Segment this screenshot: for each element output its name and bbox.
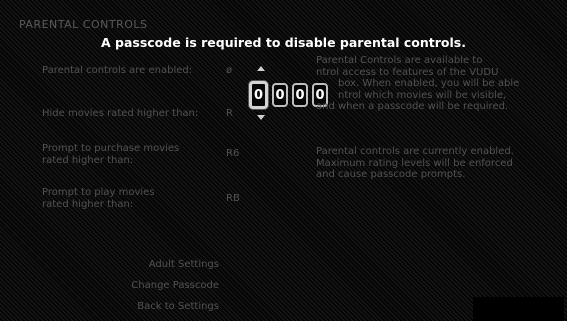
passcode-prompt: A passcode is required to disable parent… bbox=[100, 35, 466, 50]
play-prompt-rating-value[interactable]: RB bbox=[226, 193, 240, 204]
passcode-digit-2[interactable]: 0 bbox=[272, 83, 288, 107]
back-to-settings-link[interactable]: Back to Settings bbox=[137, 301, 219, 312]
parental-controls-screen: PARENTAL CONTROLS A passcode is required… bbox=[0, 0, 567, 321]
increment-digit-arrow-icon[interactable] bbox=[257, 66, 265, 71]
purchase-prompt-rating-value[interactable]: R6 bbox=[226, 148, 239, 159]
change-passcode-link[interactable]: Change Passcode bbox=[131, 280, 219, 291]
parental-controls-description: Parental Controls are available to ntrol… bbox=[316, 55, 520, 112]
page-title: PARENTAL CONTROLS bbox=[19, 18, 148, 31]
adult-settings-link[interactable]: Adult Settings bbox=[149, 259, 219, 270]
hide-movies-rating-label: Hide movies rated higher than: bbox=[42, 108, 199, 119]
parental-controls-enabled-label: Parental controls are enabled: bbox=[42, 65, 193, 76]
hide-movies-rating-value[interactable]: R bbox=[226, 108, 233, 119]
decrement-digit-arrow-icon[interactable] bbox=[257, 115, 265, 120]
parental-controls-status-text: Parental controls are currently enabled.… bbox=[316, 146, 514, 180]
parental-controls-enabled-value[interactable]: ø bbox=[226, 65, 232, 76]
passcode-digit-1[interactable]: 0 bbox=[249, 81, 268, 109]
passcode-digit-3[interactable]: 0 bbox=[292, 83, 308, 107]
purchase-prompt-rating-label: Prompt to purchase movies rated higher t… bbox=[42, 143, 180, 166]
overlay-box bbox=[473, 297, 564, 321]
play-prompt-rating-label: Prompt to play movies rated higher than: bbox=[42, 187, 155, 210]
